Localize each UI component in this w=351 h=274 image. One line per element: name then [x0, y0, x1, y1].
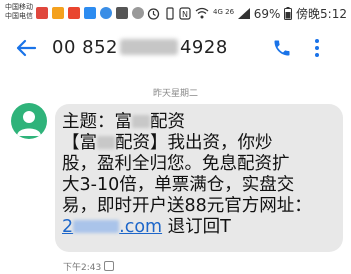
message-timestamp: 下午2:43 — [63, 260, 115, 273]
message-line: 易，即时开户送88元官方网址： — [62, 196, 312, 216]
status-bar: 中国移动 中国电信 N 4G 26 69% 傍晚5:12 — [0, 0, 351, 30]
svg-text:N: N — [182, 10, 188, 19]
link-prefix: 2 — [62, 217, 74, 237]
arrow-back-icon[interactable] — [14, 36, 38, 60]
subject-prefix: 主题：富 — [62, 112, 132, 132]
battery-icon — [284, 7, 293, 20]
carrier-2: 中国电信 — [5, 12, 33, 20]
notification-icon — [68, 7, 80, 19]
vibrate-icon — [165, 7, 174, 20]
wifi-icon — [195, 7, 209, 19]
unsubscribe-text: 退订回T — [162, 217, 231, 237]
battery-percent: 69% — [253, 7, 281, 21]
message-line: 股，盈利全归您。免息配资扩 — [62, 154, 290, 174]
notification-icon — [84, 7, 96, 19]
signal-icon — [237, 8, 250, 19]
notification-icon — [116, 7, 128, 19]
notification-icon — [36, 7, 48, 19]
sim-icon — [104, 261, 115, 271]
contact-number: 00 852 4928 — [52, 37, 228, 58]
more-vert-icon[interactable] — [314, 38, 320, 58]
notification-icon — [52, 7, 64, 19]
redacted-digits — [119, 39, 178, 55]
line1-prefix: 【富 — [62, 133, 97, 153]
message-link[interactable]: 2 .com — [62, 217, 162, 237]
status-app-label: 傍晚 — [296, 7, 321, 21]
status-clock: 5:12 — [320, 7, 347, 21]
status-right: N 4G 26 69% 傍晚5:12 — [147, 5, 347, 23]
conversation-header: 00 852 4928 — [0, 30, 351, 68]
person-icon — [17, 111, 41, 136]
alarm-icon — [147, 8, 159, 20]
notification-icon — [100, 7, 112, 19]
timestamp-text: 下午2:43 — [63, 263, 102, 273]
carrier-labels: 中国移动 中国电信 — [5, 3, 33, 21]
avatar[interactable] — [11, 103, 47, 139]
notification-icon — [132, 7, 144, 19]
message-line: 2 .com 退订回T — [62, 217, 338, 238]
subject-suffix: 配资 — [150, 112, 185, 132]
message-line: 大3-10倍，单票满仓，实盘交 — [62, 175, 295, 195]
message-subject: 主题：富 配资 — [62, 112, 338, 133]
phone-icon[interactable] — [272, 38, 292, 58]
carrier-1: 中国移动 — [5, 3, 33, 11]
number-suffix: 4928 — [179, 37, 228, 58]
redacted-link — [73, 220, 120, 233]
redacted-text — [97, 136, 115, 149]
number-prefix: 00 852 — [52, 37, 118, 58]
nfc-icon: N — [179, 7, 191, 20]
line1-suffix: 配资】我出资，你炒 — [115, 133, 273, 153]
message-line: 【富 配资】我出资，你炒 — [62, 133, 338, 154]
redacted-text — [132, 115, 150, 128]
date-separator: 昨天星期二 — [152, 89, 198, 99]
message-text: 主题：富 配资 【富 配资】我出资，你炒 股，盈利全归您。免息配资扩 大3-10倍，… — [62, 112, 338, 238]
link-suffix: .com — [119, 217, 163, 237]
network-label: 4G 26 — [213, 8, 235, 16]
